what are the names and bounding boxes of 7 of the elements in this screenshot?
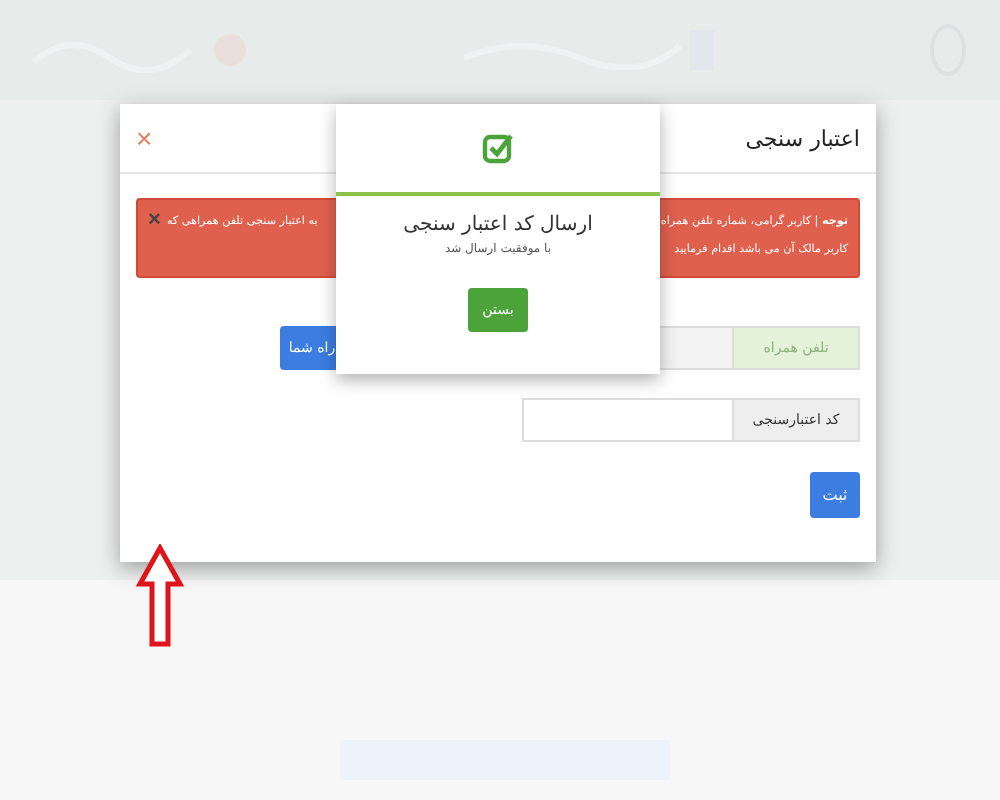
dismiss-button[interactable]: × (148, 208, 161, 232)
dialog-title: اعتبار سنجی (745, 125, 860, 151)
popup-title: ارسال کد اعتبار سنجی (403, 214, 593, 236)
check-icon (482, 132, 514, 164)
close-button[interactable]: × (136, 124, 153, 152)
input-field[interactable] (522, 398, 732, 442)
submit-button[interactable]: ثبت (810, 472, 860, 518)
